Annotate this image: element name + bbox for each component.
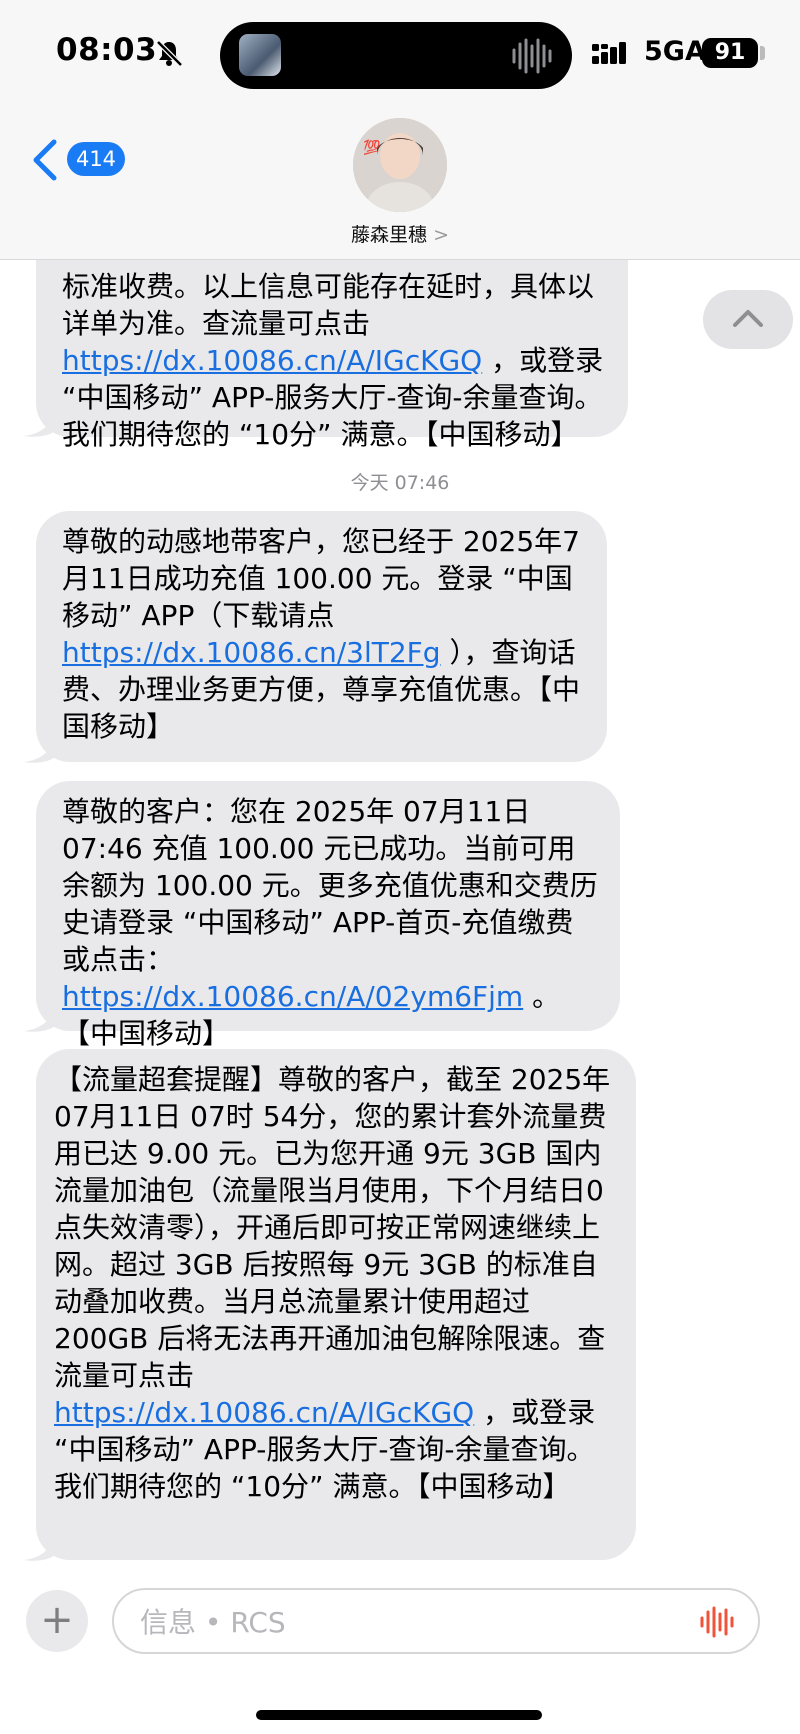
message-text: 尊敬的客户：您在 2025年 07月11日 07:46 充值 100.00 元已… [62, 795, 598, 976]
network-label: 5GA [644, 36, 706, 67]
conversation-header: 08:03 5GA 91 414 💯 藤森里穗 > [0, 0, 800, 260]
message-bubble[interactable]: 尊敬的客户：您在 2025年 07月11日 07:46 充值 100.00 元已… [36, 781, 620, 1050]
message-timestamp: 今天 07:46 [350, 472, 450, 494]
battery-indicator: 91 [702, 38, 758, 68]
message-link[interactable]: https://dx.10086.cn/A/02ym6Fjm [62, 980, 523, 1013]
waveform-icon[interactable] [698, 1606, 734, 1638]
chevron-up-icon [733, 310, 763, 327]
message-link[interactable]: https://dx.10086.cn/A/IGcKGQ [54, 1396, 474, 1429]
battery-cap [760, 46, 765, 60]
contact-name: 藤森里穗 [351, 224, 428, 246]
waveform-icon [512, 38, 552, 74]
contact-avatar[interactable]: 💯 [353, 118, 447, 212]
message-text: 尊敬的动感地带客户，您已经于 2025年7月11日成功充值 100.00 元。登… [62, 525, 580, 632]
home-indicator[interactable] [256, 1710, 542, 1720]
unread-count-badge[interactable]: 414 [67, 142, 125, 176]
message-bubble[interactable]: 尊敬的动感地带客户，您已经于 2025年7月11日成功充值 100.00 元。登… [36, 511, 607, 762]
message-text: 【流量超套提醒】尊敬的客户，截至 2025年 07月11日 07时 54分，您的… [54, 1063, 611, 1392]
message-link[interactable]: https://dx.10086.cn/3lT2Fg [62, 636, 441, 669]
dynamic-island[interactable] [220, 22, 572, 89]
message-input-field[interactable] [112, 1588, 760, 1654]
bubble-tail [24, 734, 56, 763]
bubble-tail [24, 408, 56, 437]
plus-icon: + [40, 1597, 74, 1643]
media-thumbnail [239, 34, 281, 76]
signal-icon [592, 42, 626, 64]
message-bubble[interactable]: 【流量超套提醒】尊敬的客户，截至 2025年 07月11日 07时 54分，您的… [36, 1049, 636, 1560]
scroll-up-button[interactable] [703, 290, 793, 349]
bubble-tail [24, 1003, 56, 1032]
message-text: 标准收费。以上信息可能存在延时，具体以详单为准。查流量可点击 [62, 270, 595, 340]
chevron-right-icon: > [433, 224, 449, 246]
bubble-tail [24, 1532, 56, 1561]
svg-text:💯: 💯 [363, 139, 381, 156]
avatar-image: 💯 [353, 118, 447, 212]
chevron-left-icon[interactable] [26, 136, 66, 184]
contact-name-row[interactable]: 藤森里穗 > [0, 220, 800, 247]
plus-button[interactable]: + [26, 1590, 88, 1652]
message-input[interactable] [138, 1600, 682, 1644]
status-time: 08:03 [56, 32, 158, 68]
message-link[interactable]: https://dx.10086.cn/A/IGcKGQ [62, 344, 482, 377]
bell-slash-icon [156, 40, 183, 67]
